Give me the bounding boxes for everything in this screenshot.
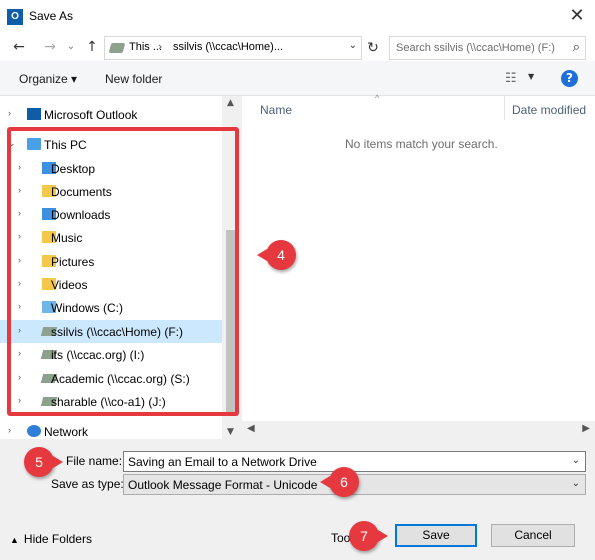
chevron-right-icon[interactable]: › — [18, 395, 21, 405]
breadcrumb-ssilvis[interactable]: ssilvis (\\ccac\Home)... — [173, 41, 283, 53]
chevron-down-icon[interactable]: ⌄ — [572, 455, 580, 466]
tree-item-network[interactable]: › Network — [0, 420, 222, 439]
up-arrow-icon[interactable]: ↑ — [82, 37, 102, 57]
view-options-icon[interactable]: ☷ — [505, 71, 517, 86]
tools-menu-button[interactable]: Too — [331, 531, 350, 545]
pc-icon — [27, 138, 41, 150]
navigation-pane: › Microsoft Outlook ⌄ This PC › Desktop › Docum… — [0, 96, 242, 439]
tree-item-label: Videos — [51, 278, 88, 292]
tree-item-label: Downloads — [51, 208, 111, 222]
tree-item-its-i[interactable]: › its (\\ccac.org) (I:) — [0, 343, 222, 366]
window-title: Save As — [29, 9, 74, 23]
help-icon[interactable]: ? — [561, 70, 578, 87]
save-form-area: File name: ⌄ Save as type: Outlook Messa… — [0, 439, 595, 560]
sort-caret-icon: ^ — [375, 93, 380, 103]
search-input[interactable] — [396, 40, 561, 56]
callout-badge-4: 4 — [257, 240, 296, 270]
chevron-right-icon[interactable]: › — [18, 231, 21, 241]
tree-item-label: ssilvis (\\ccac\Home) (F:) — [51, 325, 183, 339]
chevron-up-icon: ▲ — [10, 535, 19, 545]
outlook-icon — [27, 108, 41, 120]
navigation-pane-scrollbar[interactable]: ▲ ▼ — [222, 96, 242, 439]
tree-item-videos[interactable]: › Videos — [0, 273, 222, 296]
tree-item-documents[interactable]: › Documents — [0, 180, 222, 203]
scroll-up-icon[interactable]: ▲ — [227, 98, 234, 108]
outlook-icon: O — [7, 9, 23, 25]
chevron-down-icon[interactable]: ⌄ — [349, 40, 357, 51]
column-separator[interactable] — [504, 96, 505, 120]
address-bar[interactable]: This ... › ssilvis (\\ccac\Home)... ⌄ — [104, 36, 362, 60]
chevron-right-icon[interactable]: › — [18, 162, 21, 172]
tree-item-label: This PC — [44, 138, 87, 152]
chevron-right-icon[interactable]: › — [8, 425, 11, 435]
save-as-type-label: Save as type: — [51, 477, 124, 491]
back-arrow-icon[interactable]: ← — [9, 37, 29, 57]
tree-item-label: Microsoft Outlook — [44, 108, 138, 122]
chevron-right-icon[interactable]: › — [18, 348, 21, 358]
tree-item-academic-s[interactable]: › Academic (\\ccac.org) (S:) — [0, 367, 222, 390]
column-header-date-modified[interactable]: Date modified — [512, 103, 586, 117]
tree-item-label: Desktop — [51, 162, 96, 176]
tree-item-label: Pictures — [51, 255, 95, 269]
organize-button[interactable]: Organize ▾ — [19, 72, 77, 86]
search-icon: ⌕ — [572, 40, 580, 55]
horizontal-scrollbar[interactable]: ◀ ▶ — [242, 421, 595, 439]
navigation-bar: ← → ⌄ ↑ This ... › ssilvis (\\ccac\Home)… — [0, 33, 595, 61]
search-box[interactable]: ⌕ — [389, 36, 586, 60]
network-icon — [27, 425, 41, 437]
tree-item-music[interactable]: › Music — [0, 226, 222, 249]
tree-item-label: Network — [44, 425, 89, 439]
callout-badge-6: 6 — [320, 467, 359, 497]
tree-item-label: Music — [51, 231, 83, 245]
file-name-label: File name: — [66, 454, 123, 468]
callout-badge-5: 5 — [24, 447, 63, 477]
hide-folders-label: Hide Folders — [23, 532, 92, 546]
tree-item-label: Windows (C:) — [51, 301, 124, 315]
command-toolbar: Organize ▾ New folder ☷ ▼ ? — [0, 61, 595, 96]
tree-item-downloads[interactable]: › Downloads — [0, 203, 222, 226]
tree-item-windows-c[interactable]: › Windows (C:) — [0, 296, 222, 319]
tree-item-sharable-j[interactable]: › sharable (\\co-a1) (J:) — [0, 390, 222, 413]
tree-item-label: its (\\ccac.org) (I:) — [51, 348, 145, 362]
chevron-right-icon[interactable]: › — [8, 108, 11, 118]
title-bar: O Save As ✕ — [0, 0, 595, 33]
chevron-right-icon[interactable]: › — [18, 325, 21, 335]
chevron-down-icon[interactable]: ▼ — [528, 72, 534, 81]
save-button[interactable]: Save — [395, 524, 477, 547]
tree-item-pictures[interactable]: › Pictures — [0, 250, 222, 273]
close-icon[interactable]: ✕ — [565, 4, 589, 28]
recent-locations-icon[interactable]: ⌄ — [64, 37, 78, 57]
scroll-left-icon[interactable]: ◀ — [247, 423, 255, 434]
new-folder-button[interactable]: New folder — [105, 72, 162, 86]
tree-item-this-pc[interactable]: ⌄ This PC — [0, 133, 222, 156]
file-name-combobox[interactable]: ⌄ — [123, 451, 586, 472]
empty-results-message: No items match your search. — [345, 137, 498, 151]
chevron-right-icon[interactable]: › — [18, 208, 21, 218]
tree-item-label: sharable (\\co-a1) (J:) — [51, 395, 166, 409]
chevron-down-icon[interactable]: ⌄ — [8, 138, 16, 149]
chevron-right-icon[interactable]: › — [18, 372, 21, 382]
scroll-down-icon[interactable]: ▼ — [227, 427, 234, 437]
forward-arrow-icon[interactable]: → — [40, 37, 60, 57]
tree-item-desktop[interactable]: › Desktop — [0, 157, 222, 180]
scrollbar-thumb[interactable] — [226, 230, 238, 416]
chevron-down-icon[interactable]: ⌄ — [572, 478, 580, 489]
chevron-right-icon[interactable]: › — [18, 185, 21, 195]
cancel-button[interactable]: Cancel — [491, 524, 575, 547]
chevron-right-icon[interactable]: › — [18, 255, 21, 265]
breadcrumb-separator: › — [158, 40, 163, 53]
column-header-name[interactable]: Name — [260, 103, 292, 117]
tree-item-label: Academic (\\ccac.org) (S:) — [51, 372, 190, 386]
tree-item-ssilvis-f[interactable]: › ssilvis (\\ccac\Home) (F:) — [0, 320, 222, 343]
network-drive-icon — [108, 43, 126, 53]
scroll-right-icon[interactable]: ▶ — [582, 423, 590, 434]
tree-item-microsoft-outlook[interactable]: › Microsoft Outlook — [0, 103, 222, 126]
hide-folders-button[interactable]: ▲ Hide Folders — [10, 532, 92, 546]
tree-item-label: Documents — [51, 185, 112, 199]
callout-badge-7: 7 — [349, 521, 388, 551]
chevron-right-icon[interactable]: › — [18, 278, 21, 288]
refresh-icon[interactable]: ↻ — [363, 37, 383, 59]
save-as-type-value: Outlook Message Format - Unicode — [128, 478, 318, 492]
chevron-right-icon[interactable]: › — [18, 301, 21, 311]
